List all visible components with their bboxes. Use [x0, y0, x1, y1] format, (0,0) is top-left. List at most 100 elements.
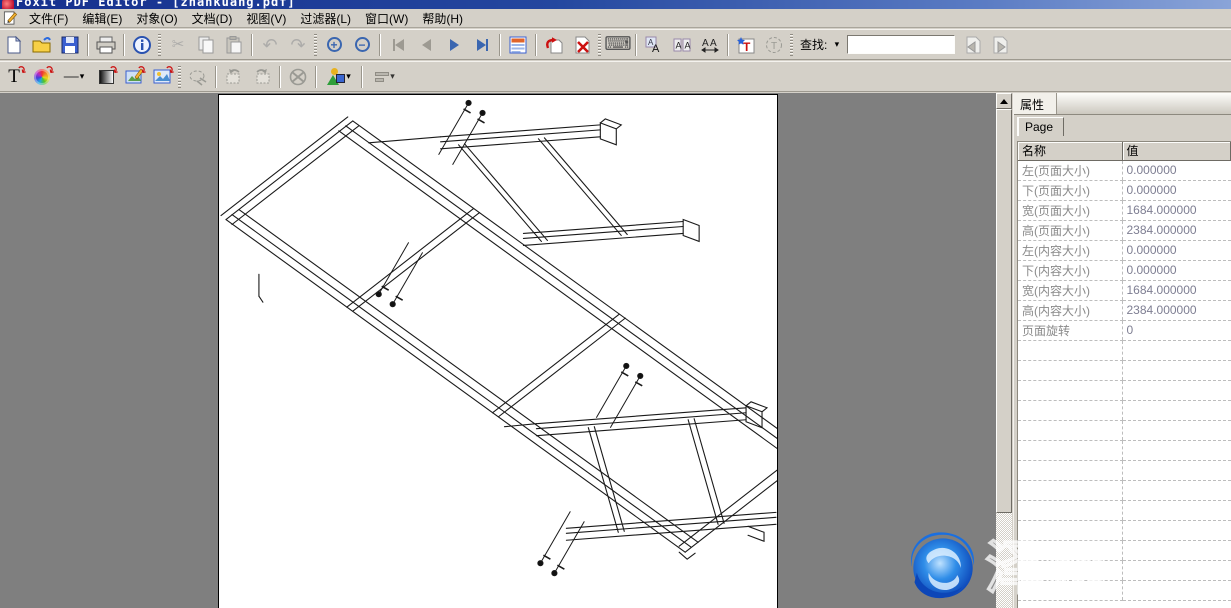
rotate-page-button[interactable] [541, 32, 567, 57]
property-row[interactable]: 左(内容大小)0.000000 [1018, 240, 1231, 260]
zoom-in-icon: + [327, 37, 342, 52]
rotate-object-left-button[interactable] [221, 64, 247, 89]
toolbar-drag-handle[interactable] [314, 34, 317, 56]
save-button[interactable] [57, 32, 83, 57]
menu-file[interactable]: 文件(F) [22, 8, 75, 29]
paste-button[interactable] [221, 32, 247, 57]
menu-help[interactable]: 帮助(H) [415, 8, 470, 29]
property-row-empty [1018, 540, 1231, 560]
property-row[interactable]: 高(页面大小)2384.000000 [1018, 220, 1231, 240]
menu-document[interactable]: 文档(D) [185, 8, 240, 29]
property-row-empty [1018, 380, 1231, 400]
property-row-empty [1018, 580, 1231, 600]
line-style-button[interactable]: — ▾ [57, 64, 91, 89]
add-shading-button[interactable]: ↷ [93, 64, 119, 89]
last-page-button[interactable] [469, 32, 495, 57]
new-document-button[interactable] [1, 32, 27, 57]
menu-view[interactable]: 视图(V) [239, 8, 293, 29]
property-row-empty [1018, 520, 1231, 540]
toolbar-separator [727, 34, 729, 56]
application-window: Foxit PDF Editor - [zhankuang.pdf] 文件(F)… [0, 0, 1231, 608]
add-image-button[interactable]: ↷ [149, 64, 175, 89]
add-text-object-button[interactable]: T ↷ [1, 64, 27, 89]
lasso-icon [188, 68, 208, 86]
find-input[interactable] [847, 35, 955, 54]
first-page-button[interactable] [385, 32, 411, 57]
last-page-icon [477, 39, 486, 51]
open-file-button[interactable] [29, 32, 55, 57]
find-next-button[interactable] [988, 32, 1014, 57]
column-header-value[interactable]: 值 [1122, 142, 1231, 160]
property-row[interactable]: 宽(内容大小)1684.000000 [1018, 280, 1231, 300]
svg-text:A: A [676, 40, 682, 50]
rotate-object-right-button[interactable] [249, 64, 275, 89]
property-row[interactable]: 左(页面大小)0.000000 [1018, 160, 1231, 180]
insert-shapes-button[interactable]: ▾ [321, 64, 357, 89]
menu-window[interactable]: 窗口(W) [358, 8, 415, 29]
zoom-out-button[interactable]: − [349, 32, 375, 57]
toolbar-separator [251, 34, 253, 56]
delete-page-icon [573, 36, 592, 54]
font-aa-icon: A A [645, 36, 663, 54]
font-tool-button[interactable]: A A [641, 32, 667, 57]
lasso-select-button[interactable] [185, 64, 211, 89]
property-row[interactable]: 下(内容大小)0.000000 [1018, 260, 1231, 280]
toolbar-drag-handle[interactable] [158, 34, 161, 56]
main-toolbar: ✂ ↶ ↷ + − [0, 29, 1231, 60]
scrollbar-thumb[interactable] [996, 109, 1012, 513]
tab-page[interactable]: Page [1017, 117, 1064, 136]
svg-text:T: T [771, 41, 777, 52]
find-dropdown-button[interactable]: ▾ [830, 35, 843, 54]
add-text-button[interactable]: T [733, 32, 759, 57]
pdf-page[interactable] [218, 94, 778, 608]
page-layout-button[interactable] [505, 32, 531, 57]
properties-title[interactable]: 属性 [1014, 93, 1057, 114]
char-spacing-icon: A A [673, 36, 691, 54]
char-widen-button[interactable]: A A [697, 32, 723, 57]
delete-page-button[interactable] [569, 32, 595, 57]
char-spacing-button[interactable]: A A [669, 32, 695, 57]
scroll-up-button[interactable] [996, 93, 1012, 109]
document-canvas[interactable] [0, 93, 996, 608]
zoom-in-button[interactable]: + [321, 32, 347, 57]
svg-text:A: A [710, 38, 717, 49]
undo-button[interactable]: ↶ [257, 32, 283, 57]
align-icon [375, 72, 389, 82]
workspace: 属性 Page 名称 值 左(页面大小)0.000000 下(页面 [0, 93, 1231, 608]
find-previous-button[interactable] [960, 32, 986, 57]
toolbar-separator [315, 66, 317, 88]
text-circle-tool-button[interactable]: T [761, 32, 787, 57]
document-info-button[interactable] [129, 32, 155, 57]
menu-object[interactable]: 对象(O) [129, 8, 184, 29]
align-objects-button[interactable]: ▾ [367, 64, 403, 89]
previous-page-button[interactable] [413, 32, 439, 57]
menu-edit[interactable]: 编辑(E) [75, 8, 129, 29]
properties-panel-header: 属性 [1014, 93, 1231, 115]
add-color-object-button[interactable]: ↷ [29, 64, 55, 89]
property-row[interactable]: 页面旋转0 [1018, 320, 1231, 340]
vertical-scrollbar[interactable] [996, 93, 1012, 608]
print-button[interactable] [93, 32, 119, 57]
menu-filter[interactable]: 过滤器(L) [293, 8, 358, 29]
svg-text:A: A [652, 43, 660, 54]
keyboard-button[interactable]: ⌨ [605, 32, 631, 57]
redo-button[interactable]: ↷ [285, 32, 311, 57]
next-page-button[interactable] [441, 32, 467, 57]
copy-button[interactable] [193, 32, 219, 57]
properties-panel: 属性 Page 名称 值 左(页面大小)0.000000 下(页面 [1013, 93, 1231, 608]
document-window-icon[interactable] [3, 11, 18, 25]
toolbar-drag-handle[interactable] [790, 34, 793, 56]
cut-button[interactable]: ✂ [165, 32, 191, 57]
toolbar-separator [535, 34, 537, 56]
column-header-name[interactable]: 名称 [1018, 142, 1122, 160]
delete-object-button[interactable] [285, 64, 311, 89]
edit-image-button[interactable]: ↷ [121, 64, 147, 89]
property-row[interactable]: 下(页面大小)0.000000 [1018, 180, 1231, 200]
toolbar-drag-handle[interactable] [598, 34, 601, 56]
property-row[interactable]: 高(内容大小)2384.000000 [1018, 300, 1231, 320]
toolbar-drag-handle[interactable] [178, 66, 181, 88]
toolbar-separator [361, 66, 363, 88]
rotate-object-right-icon [252, 68, 272, 86]
property-row[interactable]: 宽(页面大小)1684.000000 [1018, 200, 1231, 220]
rotate-page-icon [545, 36, 564, 54]
